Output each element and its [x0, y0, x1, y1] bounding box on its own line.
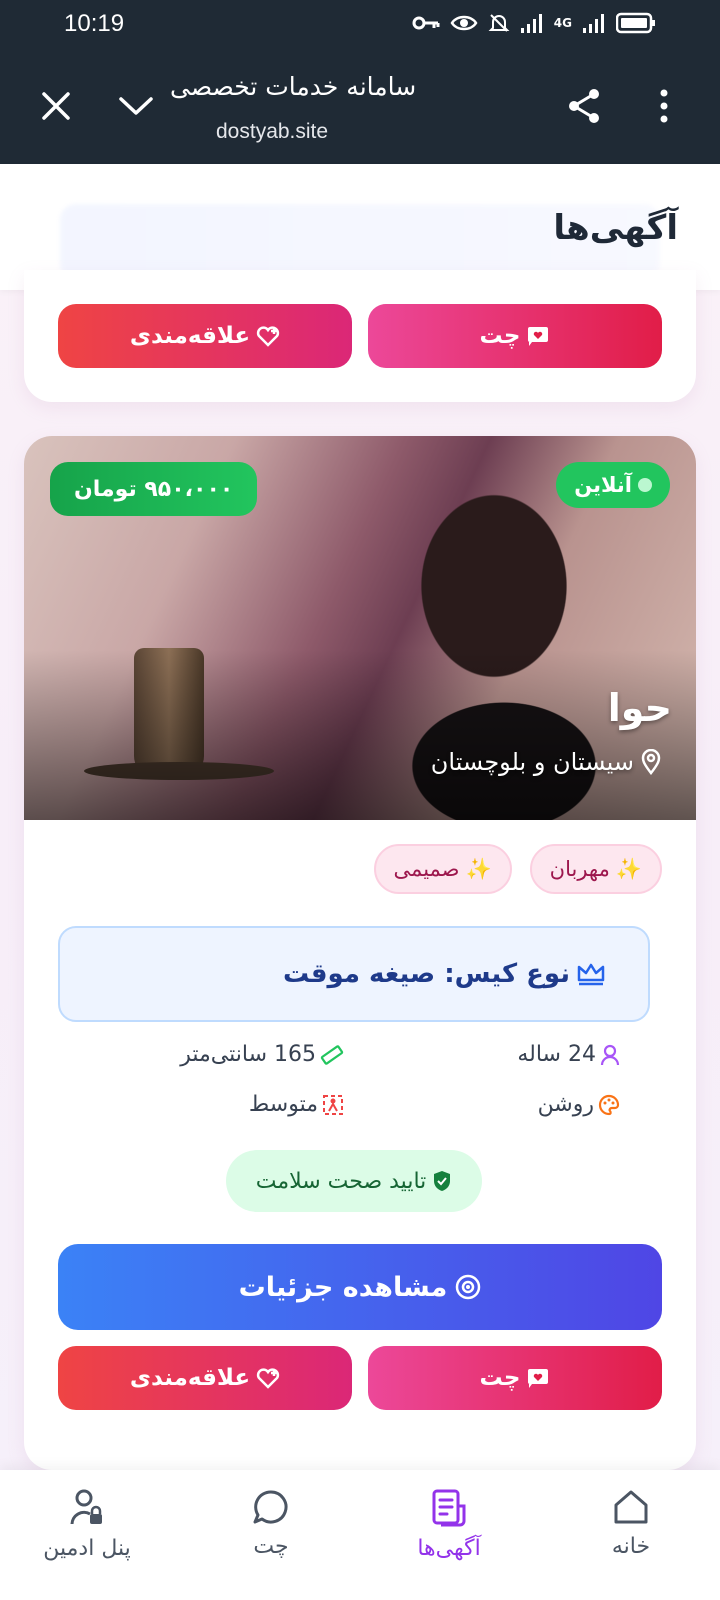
favorite-button[interactable]: علاقه‌مندی [58, 1346, 352, 1410]
favorite-button[interactable]: علاقه‌مندی [58, 304, 352, 368]
nav-item-chat[interactable]: چت [196, 1488, 346, 1588]
nav-label: خانه [611, 1534, 651, 1559]
online-dot-icon [638, 478, 652, 492]
close-icon [42, 92, 70, 120]
tag-item: ✨ صمیمی [373, 844, 512, 894]
chat-heart-icon [528, 327, 549, 346]
user-lock-icon [70, 1489, 102, 1525]
status-time: 10:19 [64, 10, 125, 37]
crown-icon [577, 963, 605, 986]
more-vertical-icon [660, 89, 668, 123]
age-info: 24 ساله [517, 1042, 620, 1067]
share-button[interactable] [560, 82, 608, 130]
nav-label: پنل ادمین [43, 1536, 131, 1561]
document-list-icon [432, 1489, 466, 1527]
bottom-nav: پنل ادمین چت آگهی‌ها خانه [0, 1470, 720, 1600]
palette-icon [598, 1094, 620, 1115]
chat-label: چت [479, 323, 521, 349]
collapse-button[interactable] [112, 82, 160, 130]
nav-item-admin-panel[interactable]: پنل ادمین [12, 1488, 162, 1588]
nav-label: آگهی‌ها [417, 1536, 481, 1561]
key-icon [412, 16, 440, 30]
sparkle-icon: ✨ [465, 856, 492, 881]
favorite-label: علاقه‌مندی [129, 1365, 251, 1391]
info-grid: 24 ساله 165 سانتی‌متر روشن متوسط [58, 1042, 662, 1152]
listing-card: ۹۵۰،۰۰۰ تومان آنلاین حوا سیستان و بلوچست… [24, 436, 696, 1470]
card-actions: علاقه‌مندی چت [58, 304, 662, 368]
status-icons: 4G [412, 10, 656, 36]
trait-tags: ✨ مهربان ✨ صمیمی [373, 844, 662, 894]
ruler-icon [320, 1044, 344, 1065]
chat-heart-icon [528, 1369, 549, 1388]
listing-photo[interactable]: ۹۵۰،۰۰۰ تومان آنلاین حوا سیستان و بلوچست… [24, 436, 696, 820]
chat-bubble-icon [253, 1490, 288, 1524]
tag-item: ✨ مهربان [529, 844, 662, 894]
chat-label: چت [479, 1365, 521, 1391]
battery-icon [616, 12, 655, 34]
share-icon [569, 89, 599, 123]
page-title: آگهی‌ها [553, 208, 678, 248]
location-label: سیستان و بلوچستان [430, 748, 634, 776]
tag-label: صمیمی [393, 857, 460, 881]
skin-info: روشن [538, 1092, 620, 1117]
eye-circle-icon [456, 1274, 481, 1300]
browser-title: سامانه خدمات تخصصی [170, 72, 417, 101]
chat-button[interactable]: چت [368, 1346, 662, 1410]
price-badge: ۹۵۰،۰۰۰ تومان [50, 462, 258, 516]
browser-url[interactable]: dostyab.site [216, 120, 328, 144]
chat-button[interactable]: چت [368, 304, 662, 368]
heart-plus-icon [256, 1368, 280, 1389]
person-name: حوا [607, 686, 672, 730]
person-location: سیستان و بلوچستان [431, 748, 662, 776]
close-button[interactable] [32, 82, 80, 130]
skin-label: روشن [537, 1092, 594, 1117]
network-label: 4G [553, 16, 572, 30]
health-label: تایید صحت سلامت [255, 1168, 427, 1194]
body-label: متوسط [248, 1092, 318, 1117]
case-type-box: نوع کیس: صیغه موقت [58, 926, 650, 1022]
card-actions: علاقه‌مندی چت [58, 1346, 662, 1410]
height-label: 165 سانتی‌متر [180, 1042, 316, 1067]
mute-bell-icon [488, 14, 510, 32]
signal-icon-2 [583, 14, 604, 33]
nav-label: چت [253, 1534, 289, 1559]
height-info: 165 سانتی‌متر [180, 1042, 344, 1067]
body-info: متوسط [249, 1092, 344, 1117]
nav-item-home[interactable]: خانه [556, 1488, 706, 1588]
photo-shade [24, 650, 696, 820]
age-label: 24 ساله [517, 1042, 596, 1067]
heart-plus-icon [256, 326, 280, 347]
browser-chrome: 10:19 4G سامانه خدمات تخصصی dostyab.site [0, 0, 720, 164]
view-details-label: مشاهده جزئیات [238, 1271, 448, 1303]
chevron-down-icon [119, 97, 153, 115]
nav-item-ads[interactable]: آگهی‌ها [374, 1488, 524, 1588]
home-icon [614, 1490, 648, 1524]
favorite-label: علاقه‌مندی [129, 323, 251, 349]
page-title-bar: سامانه خدمات تخصصی [170, 72, 470, 101]
case-type-label: نوع کیس: صیغه موقت [283, 959, 570, 989]
menu-button[interactable] [640, 82, 688, 130]
view-details-button[interactable]: مشاهده جزئیات [58, 1244, 662, 1330]
user-icon [600, 1044, 620, 1065]
tag-label: مهربان [549, 857, 610, 881]
shield-check-icon [434, 1171, 451, 1191]
sparkle-icon: ✨ [615, 856, 642, 881]
online-status-label: آنلاین [574, 473, 632, 497]
listing-card-previous: علاقه‌مندی چت [24, 270, 696, 402]
signal-icon [520, 14, 542, 33]
health-verified-badge: تایید صحت سلامت [226, 1150, 482, 1212]
body-shape-icon [323, 1094, 343, 1115]
eye-icon [450, 15, 478, 31]
location-pin-icon [641, 749, 661, 775]
online-status-badge: آنلاین [556, 462, 670, 508]
